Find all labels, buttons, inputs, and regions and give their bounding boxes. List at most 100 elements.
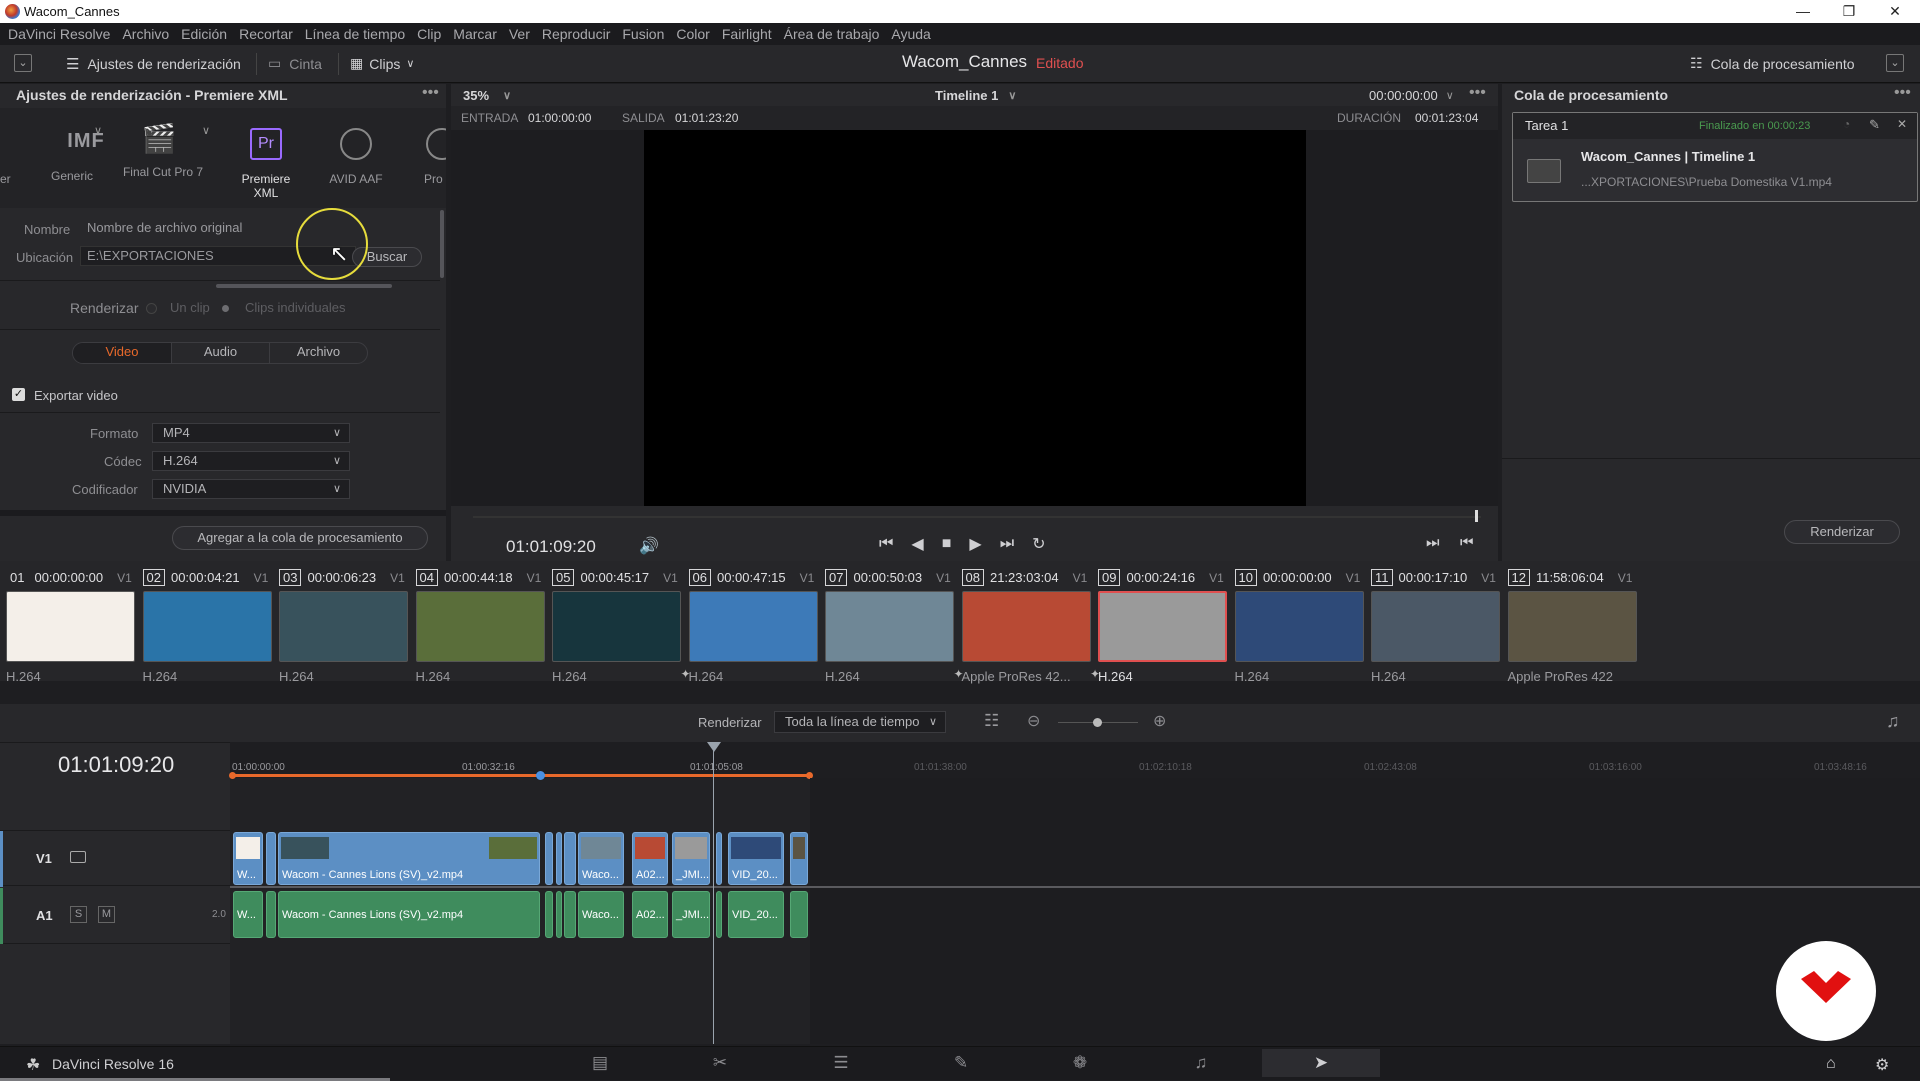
- loop-icon[interactable]: ↻: [1032, 534, 1045, 554]
- timeline-audio-clip[interactable]: [790, 891, 808, 938]
- clip-thumbnail[interactable]: [552, 591, 681, 662]
- clip-thumbnail[interactable]: [961, 591, 1091, 662]
- clip-item[interactable]: 10 00:00:00:00 V1 H.264: [1234, 561, 1367, 684]
- panel-toggle-icon[interactable]: ⌄: [14, 54, 32, 72]
- viewer-timecode-select[interactable]: 00:00:00:00 ∨: [1369, 84, 1454, 106]
- more-options-icon[interactable]: •••: [1894, 84, 1911, 102]
- clip-thumbnail[interactable]: [1507, 591, 1637, 662]
- render-settings-button[interactable]: ☰ Ajustes de renderización: [66, 55, 241, 73]
- playhead[interactable]: [713, 742, 714, 1044]
- menu-reproducir[interactable]: Reproducir: [542, 26, 610, 42]
- chevron-down-icon[interactable]: ∨: [202, 124, 210, 137]
- more-options-icon[interactable]: •••: [422, 84, 439, 102]
- timeline-audio-clip[interactable]: [556, 891, 562, 938]
- music-note-icon[interactable]: ♫: [1886, 711, 1900, 732]
- timeline-audio-clip[interactable]: VID_20...: [728, 891, 784, 938]
- next-edit-icon[interactable]: ⏭: [1426, 534, 1440, 551]
- preset-avid-aaf[interactable]: AVID AAF: [318, 116, 394, 196]
- scrubber-track[interactable]: [473, 516, 1481, 518]
- tab-audio[interactable]: Audio: [171, 343, 269, 363]
- preset-premiere-xml[interactable]: Pr Premiere XML: [228, 116, 304, 200]
- menu-area-de-trabajo[interactable]: Área de trabajo: [784, 26, 880, 42]
- render-range-select[interactable]: Toda la línea de tiempo ∨: [774, 711, 946, 733]
- more-options-icon[interactable]: •••: [1469, 84, 1486, 102]
- timeline-video-clip[interactable]: Waco...: [578, 832, 624, 885]
- clips-button[interactable]: ▦ Clips ∨: [350, 55, 414, 72]
- timeline-marker[interactable]: [536, 771, 545, 780]
- stop-icon[interactable]: ■: [942, 535, 952, 553]
- timeline-audio-clip[interactable]: [564, 891, 576, 938]
- monitor-icon[interactable]: [70, 851, 86, 863]
- skip-to-start-icon[interactable]: ⏮: [879, 535, 893, 553]
- maximize-icon[interactable]: ❐: [1826, 0, 1872, 23]
- chevron-down-icon[interactable]: ∨: [94, 124, 102, 137]
- individual-clips-radio[interactable]: [222, 305, 229, 312]
- add-to-queue-button[interactable]: Agregar a la cola de procesamiento: [172, 526, 428, 550]
- clip-item[interactable]: 01 00:00:00:00 V1 H.264: [6, 561, 138, 684]
- tape-button[interactable]: ▭ Cinta: [268, 55, 322, 72]
- format-select[interactable]: MP4 ∨: [152, 423, 350, 443]
- fusion-page-icon[interactable]: ✎: [936, 1049, 986, 1077]
- scrubber-handle[interactable]: [1475, 510, 1478, 522]
- menu-clip[interactable]: Clip: [417, 26, 441, 42]
- panel-toggle-right-icon[interactable]: ⌄: [1886, 54, 1904, 72]
- zoom-in-icon[interactable]: ⊕: [1153, 711, 1166, 731]
- playhead-handle[interactable]: [707, 742, 721, 752]
- clip-thumbnail[interactable]: [825, 591, 954, 662]
- timeline-video-clip[interactable]: [716, 832, 722, 885]
- timeline-video-clip[interactable]: VID_20...: [728, 832, 784, 885]
- color-page-icon[interactable]: ❁: [1055, 1049, 1105, 1077]
- codec-select[interactable]: H.264 ∨: [152, 451, 350, 471]
- mute-button[interactable]: M: [98, 906, 115, 923]
- clip-thumbnail[interactable]: [688, 591, 818, 662]
- reverse-play-icon[interactable]: ◀: [911, 534, 923, 554]
- render-range-bar[interactable]: [232, 774, 810, 777]
- tab-video[interactable]: Video: [73, 343, 171, 363]
- timeline-video-clip[interactable]: [545, 832, 553, 885]
- menu-linea-de-tiempo[interactable]: Línea de tiempo: [305, 26, 405, 42]
- preset-left-edge-label[interactable]: er: [0, 172, 11, 186]
- render-queue-button[interactable]: ☷ Cola de procesamiento: [1690, 55, 1855, 72]
- single-clip-radio[interactable]: [146, 303, 157, 314]
- clip-item[interactable]: 05 00:00:45:17 V1 H.264: [552, 561, 684, 684]
- skip-to-end-icon[interactable]: ⏭: [1000, 535, 1014, 553]
- video-frame[interactable]: [644, 130, 1306, 506]
- clip-item[interactable]: 02 00:00:04:21 V1 H.264: [142, 561, 275, 684]
- timeline-video-clip[interactable]: A02...: [632, 832, 668, 885]
- menu-ayuda[interactable]: Ayuda: [891, 26, 930, 42]
- render-job-card[interactable]: Tarea 1 Finalizado en 00:00:23 ◔ ✎ ✕ Wac…: [1512, 112, 1918, 202]
- edit-page-icon[interactable]: ☰: [816, 1049, 866, 1077]
- clip-item[interactable]: 06 00:00:47:15 V1 ✦ H.264: [681, 561, 821, 684]
- clip-thumbnail[interactable]: [1098, 591, 1227, 662]
- menu-fairlight[interactable]: Fairlight: [722, 26, 772, 42]
- clip-item[interactable]: 04 00:00:44:18 V1 H.264: [415, 561, 548, 684]
- timeline-video-clip[interactable]: W...: [233, 832, 263, 885]
- play-icon[interactable]: ▶: [969, 534, 981, 554]
- clip-thumbnail[interactable]: [1371, 591, 1500, 662]
- timeline-audio-clip[interactable]: Waco...: [578, 891, 624, 938]
- timeline-audio-clip[interactable]: W...: [233, 891, 263, 938]
- timeline-audio-clip[interactable]: A02...: [632, 891, 668, 938]
- clip-item[interactable]: 07 00:00:50:03 V1 H.264: [825, 561, 957, 684]
- zoom-slider-handle[interactable]: [1093, 718, 1102, 727]
- close-job-icon[interactable]: ✕: [1897, 117, 1907, 131]
- clip-item[interactable]: 12 11:58:06:04 V1 Apple ProRes 422: [1507, 561, 1640, 684]
- zoom-select[interactable]: 35% ∨: [463, 84, 511, 106]
- render-all-button[interactable]: Renderizar: [1784, 520, 1900, 544]
- close-icon[interactable]: ✕: [1872, 0, 1918, 23]
- timeline-select[interactable]: Timeline 1 ∨: [935, 84, 1016, 106]
- timeline-video-clip[interactable]: Wacom - Cannes Lions (SV)_v2.mp4: [278, 832, 540, 885]
- timeline-video-clip[interactable]: [564, 832, 576, 885]
- volume-icon[interactable]: 🔊: [639, 536, 659, 556]
- menu-ver[interactable]: Ver: [509, 26, 530, 42]
- export-video-checkbox[interactable]: ✓: [12, 388, 25, 401]
- solo-button[interactable]: S: [70, 906, 87, 923]
- clip-thumbnail[interactable]: [6, 591, 135, 662]
- range-in-handle[interactable]: [229, 772, 236, 779]
- presets-scrollbar[interactable]: [216, 284, 392, 288]
- clip-item[interactable]: 11 00:00:17:10 V1 H.264: [1371, 561, 1503, 684]
- settings-scrollbar[interactable]: [440, 210, 444, 278]
- fairlight-page-icon[interactable]: ♫: [1176, 1049, 1226, 1077]
- cut-page-icon[interactable]: ✂: [695, 1049, 745, 1077]
- clip-item[interactable]: 08 21:23:03:04 V1 ✦ Apple ProRes 42...: [954, 561, 1094, 684]
